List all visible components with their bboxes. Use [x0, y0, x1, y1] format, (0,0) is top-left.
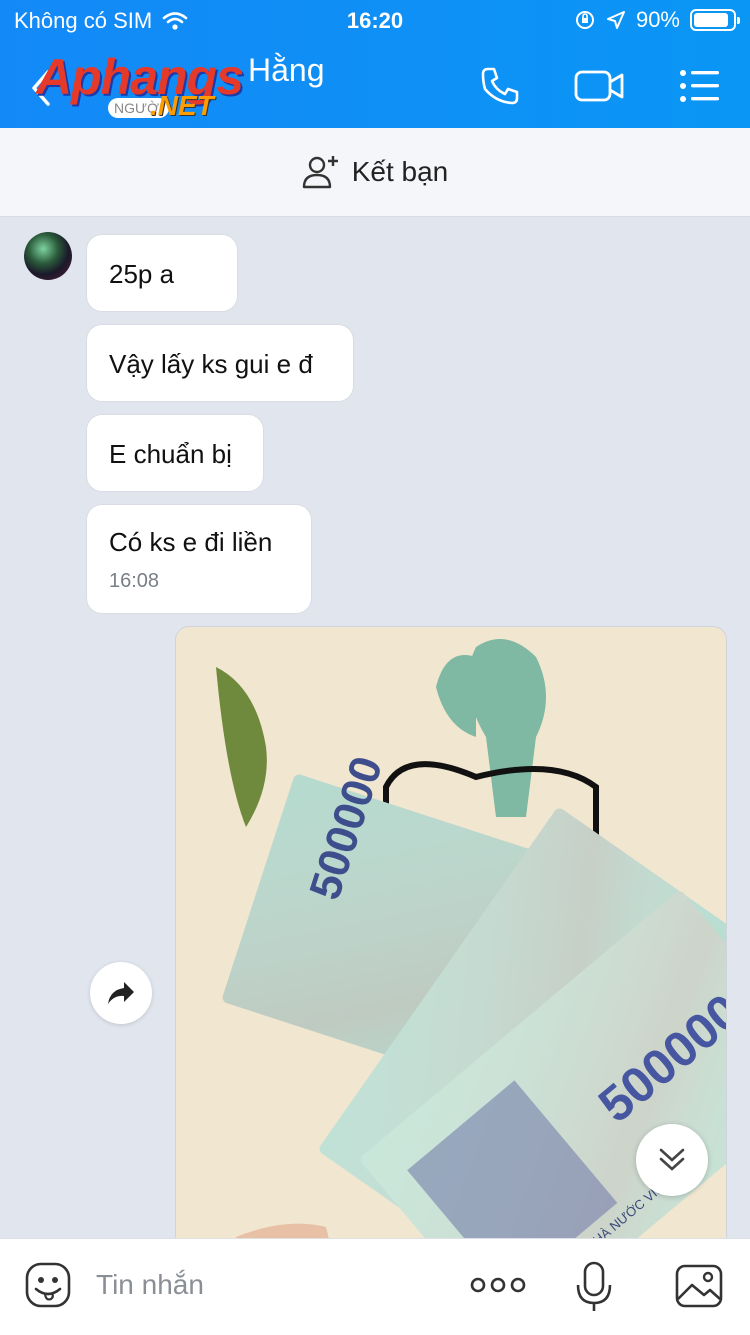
- message-text: 25p a: [109, 259, 175, 289]
- watermark-logo: Aphangs NGƯỜI .NET: [36, 48, 266, 126]
- rotation-lock-icon: [575, 11, 594, 29]
- emoji-sticker-icon[interactable]: [24, 1261, 72, 1309]
- message-bubble[interactable]: E chuẩn bị: [86, 414, 264, 492]
- message-input[interactable]: Tin nhắn: [96, 1269, 204, 1301]
- video-call-button[interactable]: [550, 56, 650, 116]
- add-friend-icon: [302, 156, 338, 189]
- more-options-icon[interactable]: [470, 1263, 526, 1307]
- phone-icon: [481, 67, 519, 105]
- message-bubble[interactable]: 25p a: [86, 234, 238, 312]
- chat-menu-button[interactable]: [650, 56, 750, 116]
- message-text: E chuẩn bị: [109, 439, 232, 469]
- battery-percent: 90%: [635, 7, 680, 32]
- message-text: Vậy lấy ks gui e đ: [109, 349, 313, 379]
- battery-icon: [690, 9, 740, 31]
- double-chevron-down-icon: [659, 1148, 685, 1171]
- location-arrow-icon: [606, 11, 625, 29]
- video-call-icon: [574, 70, 624, 102]
- message-bubble[interactable]: Vậy lấy ks gui e đ: [86, 324, 354, 402]
- message-list[interactable]: 25p a Vậy lấy ks gui e đ E chuẩn bị Có k…: [0, 216, 750, 1238]
- scroll-to-bottom-button[interactable]: [636, 1124, 708, 1196]
- add-friend-label: Kết bạn: [351, 156, 449, 187]
- microphone-icon[interactable]: [574, 1261, 614, 1313]
- message-composer: Tin nhắn: [0, 1238, 750, 1335]
- forward-arrow-icon: [108, 982, 134, 1004]
- message-timestamp: 16:08: [109, 570, 160, 592]
- message-bubble[interactable]: Có ks e đi liền 16:08: [86, 504, 312, 614]
- message-text: Có ks e đi liền: [109, 527, 273, 557]
- watermark-suffix: .NET: [150, 90, 214, 121]
- app-header: Không có SIM 16:20 90% Hằng Aphangs NGƯỜ…: [0, 0, 750, 128]
- add-friend-button[interactable]: Kết bạn: [0, 128, 750, 217]
- menu-icon: [680, 70, 719, 102]
- call-button[interactable]: [450, 56, 550, 116]
- status-bar: Không có SIM 16:20 90%: [0, 0, 750, 42]
- image-gallery-icon[interactable]: [674, 1261, 724, 1311]
- forward-button[interactable]: [90, 962, 152, 1024]
- avatar[interactable]: [24, 232, 72, 280]
- chat-nav-bar: Hằng Aphangs NGƯỜI .NET: [0, 42, 750, 128]
